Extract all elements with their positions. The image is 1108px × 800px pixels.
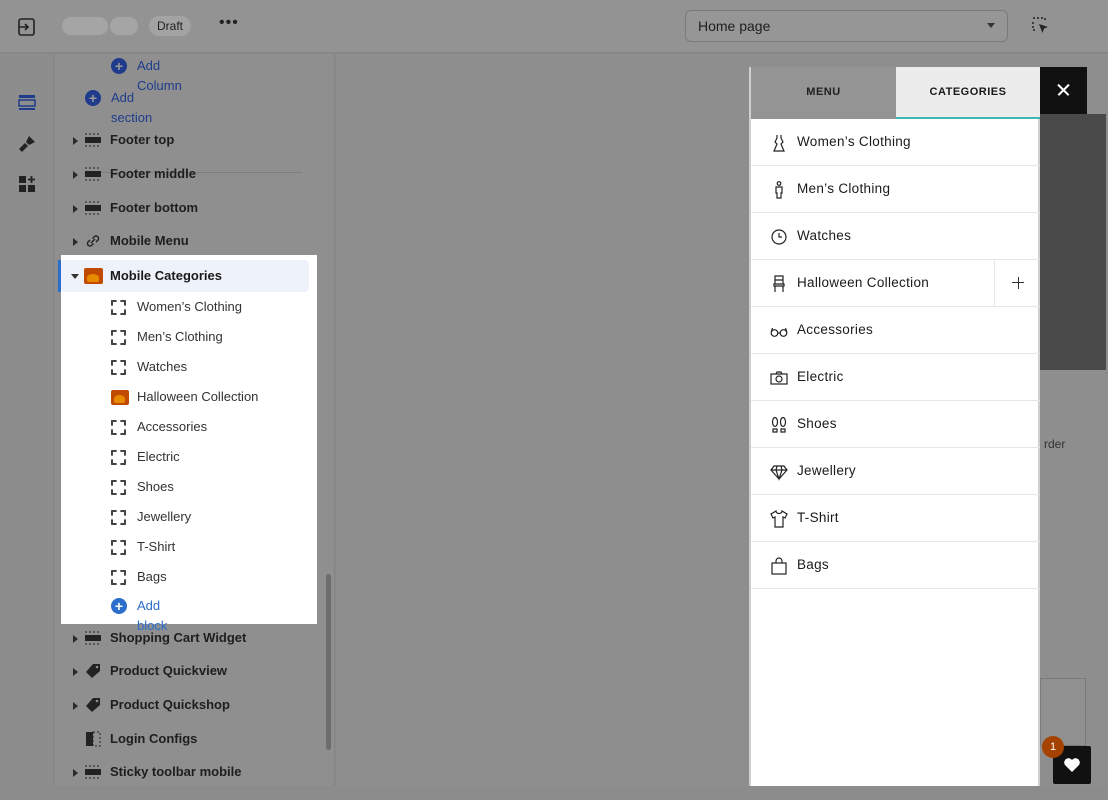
camera-icon — [770, 371, 788, 385]
diamond-icon — [770, 465, 788, 481]
more-actions-button[interactable]: ••• — [219, 14, 239, 32]
dashed-block-icon — [111, 300, 126, 315]
section-layout-icon — [85, 765, 101, 779]
image-thumbnail-icon — [111, 390, 129, 405]
page-select[interactable]: Home page — [685, 10, 1008, 42]
section-footer-top[interactable]: Footer top — [55, 125, 315, 155]
tag-icon — [86, 698, 100, 712]
section-footer-bottom[interactable]: Footer bottom — [55, 193, 315, 223]
tab-menu[interactable]: MENU — [751, 67, 896, 119]
caret-right-icon[interactable] — [73, 137, 78, 145]
caret-right-icon[interactable] — [73, 769, 78, 777]
page-select-value: Home page — [698, 18, 771, 34]
category-item-t-shirt[interactable]: T-Shirt — [751, 495, 1040, 542]
category-item-electric[interactable]: Electric — [751, 354, 1040, 401]
exit-icon[interactable] — [16, 16, 38, 38]
bag-icon — [771, 557, 787, 575]
background-text: rder — [1044, 437, 1066, 451]
image-thumbnail-icon — [84, 268, 103, 284]
mobile-category-drawer: MENU CATEGORIES Women’s Clothing Men’s C… — [749, 67, 1040, 793]
category-item-halloween-collection[interactable]: Halloween Collection — [751, 260, 1040, 307]
caret-right-icon[interactable] — [73, 171, 78, 179]
sections-icon[interactable] — [17, 92, 37, 112]
wishlist-count-badge: 1 — [1042, 736, 1064, 758]
dashed-block-icon — [111, 330, 126, 345]
glasses-icon — [770, 327, 788, 337]
section-footer-middle[interactable]: Footer middle — [55, 159, 315, 189]
drawer-tabs: MENU CATEGORIES — [751, 67, 1040, 119]
caret-right-icon[interactable] — [73, 635, 78, 643]
caret-right-icon[interactable] — [73, 238, 78, 246]
chevron-down-icon — [987, 23, 995, 28]
dashed-block-icon — [111, 540, 126, 555]
category-item-watches[interactable]: Watches — [751, 213, 1040, 260]
status-badge: Draft — [149, 16, 192, 36]
section-layout-icon — [85, 201, 101, 215]
dashed-block-icon — [111, 510, 126, 525]
section-login-configs[interactable]: Login Configs — [55, 724, 315, 754]
section-shopping-cart-widget[interactable]: Shopping Cart Widget — [55, 623, 315, 653]
section-sticky-toolbar-mobile[interactable]: Sticky toolbar mobile — [55, 757, 315, 787]
plus-circle-icon: + — [85, 90, 101, 106]
caret-down-icon[interactable] — [71, 274, 79, 279]
clock-icon — [771, 229, 787, 245]
dashed-block-icon — [111, 480, 126, 495]
plus-circle-icon: + — [111, 598, 127, 614]
heart-icon — [1064, 758, 1080, 772]
chair-icon — [773, 275, 785, 292]
section-product-quickshop[interactable]: Product Quickshop — [55, 690, 315, 720]
expand-plus-button[interactable] — [994, 260, 1040, 306]
bottom-strip — [0, 786, 1108, 800]
tshirt-icon — [770, 510, 788, 528]
man-icon — [775, 181, 783, 199]
left-rail — [0, 54, 54, 800]
dress-icon — [773, 135, 785, 152]
tag-icon — [86, 664, 100, 678]
selection-indicator — [58, 260, 61, 292]
section-layout-icon — [85, 133, 101, 147]
link-icon — [86, 235, 100, 247]
category-list: Women’s Clothing Men’s Clothing Watches … — [751, 119, 1040, 589]
section-layout-icon — [85, 631, 101, 645]
plus-circle-icon: + — [111, 58, 127, 74]
section-product-quickview[interactable]: Product Quickview — [55, 656, 315, 686]
category-item-accessories[interactable]: Accessories — [751, 307, 1040, 354]
theme-settings-icon[interactable] — [17, 134, 37, 154]
caret-right-icon[interactable] — [73, 668, 78, 676]
app-blocks-icon[interactable] — [17, 174, 37, 194]
category-item-bags[interactable]: Bags — [751, 542, 1040, 589]
background-banner — [1040, 114, 1106, 370]
top-bar: Draft ••• Home page — [0, 0, 1108, 53]
dashed-block-icon — [111, 360, 126, 375]
mobile-categories-panel: Mobile Categories Women’s Clothing Men’s… — [58, 255, 317, 633]
theme-name-placeholder — [62, 17, 108, 35]
category-item-shoes[interactable]: Shoes — [751, 401, 1040, 448]
category-item-mens-clothing[interactable]: Men’s Clothing — [751, 166, 1040, 213]
background-card — [1040, 678, 1086, 746]
dashed-block-icon — [111, 450, 126, 465]
category-item-womens-clothing[interactable]: Women’s Clothing — [751, 119, 1040, 166]
section-layout-icon — [85, 167, 101, 181]
sidebar-scrollbar[interactable] — [326, 574, 331, 750]
category-item-jewellery[interactable]: Jewellery — [751, 448, 1040, 495]
dashed-block-icon — [111, 570, 126, 585]
caret-right-icon[interactable] — [73, 205, 78, 213]
sidebar-layout-icon — [86, 731, 101, 747]
caret-right-icon[interactable] — [73, 702, 78, 710]
tab-categories[interactable]: CATEGORIES — [896, 67, 1040, 119]
theme-name-placeholder — [110, 17, 138, 35]
footprint-icon — [771, 416, 787, 433]
close-drawer-button[interactable] — [1040, 67, 1087, 114]
inspector-icon[interactable] — [1031, 16, 1051, 36]
dashed-block-icon — [111, 420, 126, 435]
section-mobile-menu[interactable]: Mobile Menu — [55, 226, 315, 256]
